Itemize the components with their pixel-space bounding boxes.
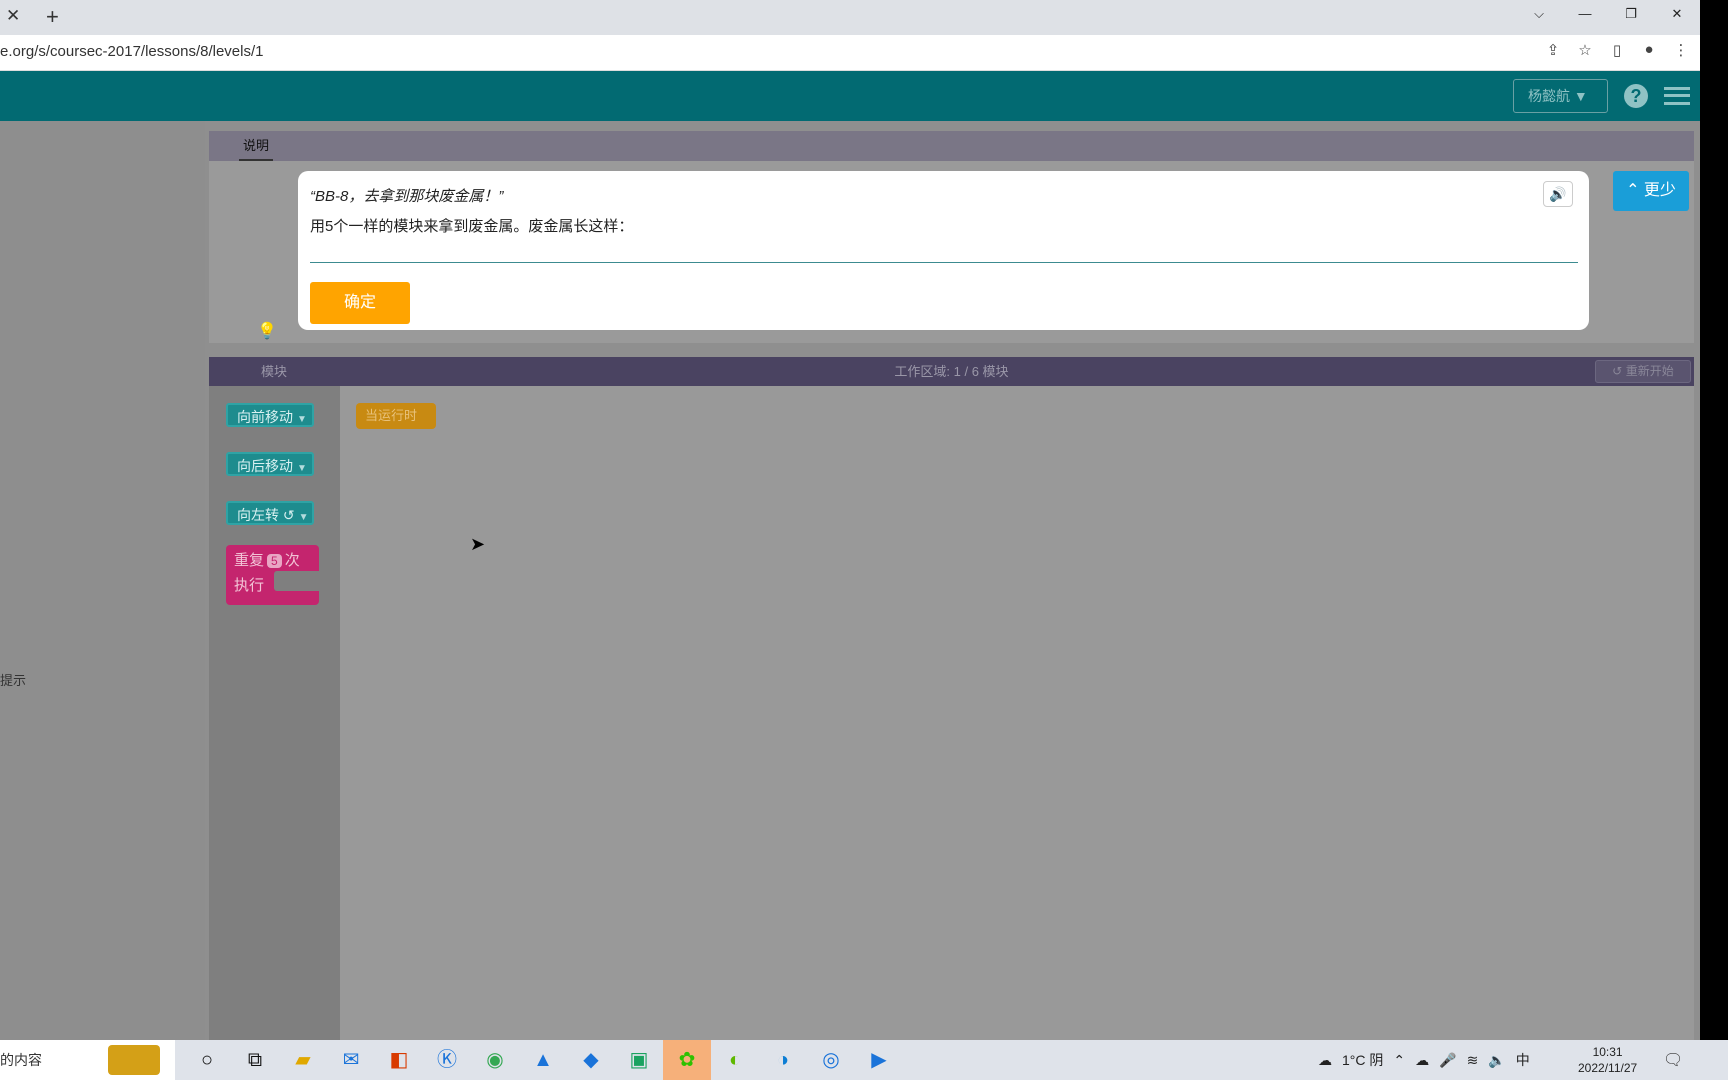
- repeat-prefix: 重复: [234, 552, 265, 569]
- onedrive-icon[interactable]: ☁: [1415, 1052, 1429, 1069]
- site-header: 杨懿航 ▼ ?: [0, 71, 1700, 121]
- mouse-cursor-icon: ➤: [470, 534, 486, 554]
- move-backward-block[interactable]: 向后移动 ▼: [226, 452, 314, 476]
- turn-left-block[interactable]: 向左转 ↺ ▼: [226, 501, 314, 525]
- side-panel-icon[interactable]: ▯: [1608, 41, 1626, 59]
- block-label: 向前移动: [237, 409, 293, 425]
- url-field[interactable]: e.org/s/coursec-2017/lessons/8/levels/1: [0, 43, 263, 60]
- instructions-text: 用5个一样的模块来拿到废金属。废金属长这样：: [310, 218, 634, 235]
- minimize-button[interactable]: —: [1562, 0, 1608, 30]
- help-icon[interactable]: ?: [1624, 84, 1648, 108]
- edge-icon[interactable]: ◑: [759, 1040, 807, 1080]
- wifi-icon[interactable]: ≋: [1467, 1052, 1479, 1069]
- address-bar: e.org/s/coursec-2017/lessons/8/levels/1 …: [0, 35, 1700, 71]
- instructions-body: “BB-8，去拿到那块废金属！” 用5个一样的模块来拿到废金属。废金属长这样： …: [209, 161, 1694, 343]
- weather-icon: ☁: [1318, 1051, 1332, 1068]
- workspace-canvas[interactable]: 当运行时 ➤: [340, 386, 1694, 1040]
- workspace-block-count: 工作区域: 1 / 6 模块: [894, 364, 1009, 379]
- clock-date: 2022/11/27: [1578, 1061, 1638, 1075]
- caret-down-icon: ▼: [1573, 88, 1588, 104]
- repeat-statement-slot: [274, 571, 319, 591]
- dropdown-arrow-icon[interactable]: ▼: [299, 512, 309, 523]
- chevron-up-circle-icon: ⌃: [1626, 182, 1644, 199]
- text-to-speech-icon[interactable]: 🔊: [1543, 181, 1573, 207]
- tab-instructions[interactable]: 说明: [239, 131, 274, 161]
- toolbox: 向前移动 ▼ 向后移动 ▼ 向左转 ↺ ▼ 重复 5 次 执行: [209, 386, 340, 1040]
- hint-bulb-icon[interactable]: 💡: [257, 321, 277, 343]
- move-forward-block[interactable]: 向前移动 ▼: [226, 403, 314, 427]
- task-view-icon[interactable]: ⧉: [231, 1040, 279, 1080]
- system-tray: ☁ 1°C 阴 ⌃ ☁ 🎤 ≋ 🔈 中: [1318, 1040, 1530, 1080]
- clock-time: 10:31: [1592, 1045, 1623, 1059]
- en-app-icon[interactable]: ▣: [615, 1040, 663, 1080]
- browser-app-icon[interactable]: ◎: [807, 1040, 855, 1080]
- notification-icon[interactable]: 🗨: [1663, 1050, 1683, 1070]
- share-icon[interactable]: ⇪: [1544, 41, 1562, 59]
- block-label: 向左转 ↺: [237, 507, 295, 523]
- block-label: 向后移动: [237, 458, 293, 474]
- repeat-header: 重复 5 次: [234, 549, 300, 570]
- visualization-pane: 提示: [0, 121, 205, 1040]
- volume-icon[interactable]: 🔈: [1488, 1052, 1505, 1069]
- wechat-icon[interactable]: ✿: [663, 1040, 711, 1080]
- show-less-button[interactable]: ⌃ 更少: [1613, 171, 1689, 211]
- taskbar-apps: ○ ⧉ ▰ ✉ ◧ Ⓚ ◉ ▲ ◆ ▣ ✿ ◐ ◑ ◎ ▶: [183, 1040, 903, 1080]
- user-name: 杨懿航: [1528, 88, 1570, 104]
- page-content: 杨懿航 ▼ ? 提示 说明 “BB-8，去拿到那块废金属！” 用5个一样的模块来…: [0, 71, 1700, 1040]
- instructions-quote: “BB-8，去拿到那块废金属！”: [310, 188, 504, 205]
- repeat-block[interactable]: 重复 5 次 执行: [226, 545, 319, 605]
- ok-button[interactable]: 确定: [310, 282, 410, 324]
- hint-label: 提示: [0, 673, 27, 688]
- window-controls: ⌵ — ❐ ✕: [1516, 0, 1700, 30]
- office-icon[interactable]: ◧: [375, 1040, 423, 1080]
- cortana-icon[interactable]: ○: [183, 1040, 231, 1080]
- file-explorer-icon[interactable]: ▰: [279, 1040, 327, 1080]
- reset-label: 重新开始: [1625, 364, 1674, 378]
- ime-indicator[interactable]: 中: [1516, 1050, 1530, 1070]
- chrome-icon[interactable]: ◉: [471, 1040, 519, 1080]
- user-menu-button[interactable]: 杨懿航 ▼: [1513, 79, 1608, 113]
- arrow-app-icon[interactable]: ▶: [855, 1040, 903, 1080]
- weather-text[interactable]: 1°C 阴: [1342, 1050, 1383, 1070]
- instructions-bubble: “BB-8，去拿到那块废金属！” 用5个一样的模块来拿到废金属。废金属长这样： …: [298, 171, 1589, 330]
- k-app-icon[interactable]: Ⓚ: [423, 1040, 471, 1080]
- browser-tab-strip: ✕ + ⌵ — ❐ ✕: [0, 0, 1700, 35]
- photos-icon[interactable]: ▲: [519, 1040, 567, 1080]
- feishu-icon[interactable]: ◆: [567, 1040, 615, 1080]
- dropdown-arrow-icon[interactable]: ▼: [297, 463, 307, 474]
- restore-button[interactable]: ❐: [1608, 0, 1654, 30]
- taskbar-clock[interactable]: 10:31 2022/11/27: [1578, 1044, 1637, 1076]
- when-run-block[interactable]: 当运行时: [356, 403, 436, 429]
- tab-close-icon[interactable]: ✕: [6, 6, 20, 26]
- mail-icon[interactable]: ✉: [327, 1040, 375, 1080]
- show-less-label: 更少: [1643, 182, 1676, 199]
- bookmark-star-icon[interactable]: ☆: [1576, 41, 1594, 59]
- address-bar-icons: ⇪ ☆ ▯ ● ⋮: [1544, 41, 1700, 59]
- search-highlight-image: [108, 1045, 160, 1075]
- reset-button[interactable]: ↺ 重新开始: [1595, 360, 1691, 383]
- green-app-icon[interactable]: ◐: [711, 1040, 759, 1080]
- tab-search-icon[interactable]: ⌵: [1516, 0, 1562, 30]
- kebab-menu-icon[interactable]: ⋮: [1672, 41, 1690, 59]
- taskbar-search[interactable]: 的内容: [0, 1040, 175, 1080]
- instructions-divider: [310, 262, 1578, 263]
- taskbar: 的内容 ○ ⧉ ▰ ✉ ◧ Ⓚ ◉ ▲ ◆ ▣ ✿ ◐ ◑ ◎ ▶ ☁ 1°C …: [0, 1040, 1728, 1080]
- tray-expand-icon[interactable]: ⌃: [1393, 1052, 1405, 1069]
- instructions-tab-bar: 说明: [209, 131, 1694, 161]
- search-text: 的内容: [0, 1052, 42, 1068]
- close-window-button[interactable]: ✕: [1654, 0, 1700, 30]
- repeat-do-label: 执行: [234, 577, 265, 594]
- dropdown-arrow-icon[interactable]: ▼: [297, 414, 307, 425]
- new-tab-button[interactable]: +: [46, 4, 59, 30]
- instructions-panel: 说明 “BB-8，去拿到那块废金属！” 用5个一样的模块来拿到废金属。废金属长这…: [209, 131, 1694, 343]
- microphone-icon[interactable]: 🎤: [1439, 1052, 1456, 1069]
- repeat-suffix: 次: [284, 552, 300, 569]
- workspace-header: 模块 工作区域: 1 / 6 模块 ↺ 重新开始: [209, 357, 1694, 386]
- profile-icon[interactable]: ●: [1640, 41, 1658, 59]
- hamburger-menu-icon[interactable]: [1664, 87, 1690, 105]
- repeat-count-field[interactable]: 5: [267, 554, 282, 568]
- reset-icon: ↺: [1612, 364, 1626, 378]
